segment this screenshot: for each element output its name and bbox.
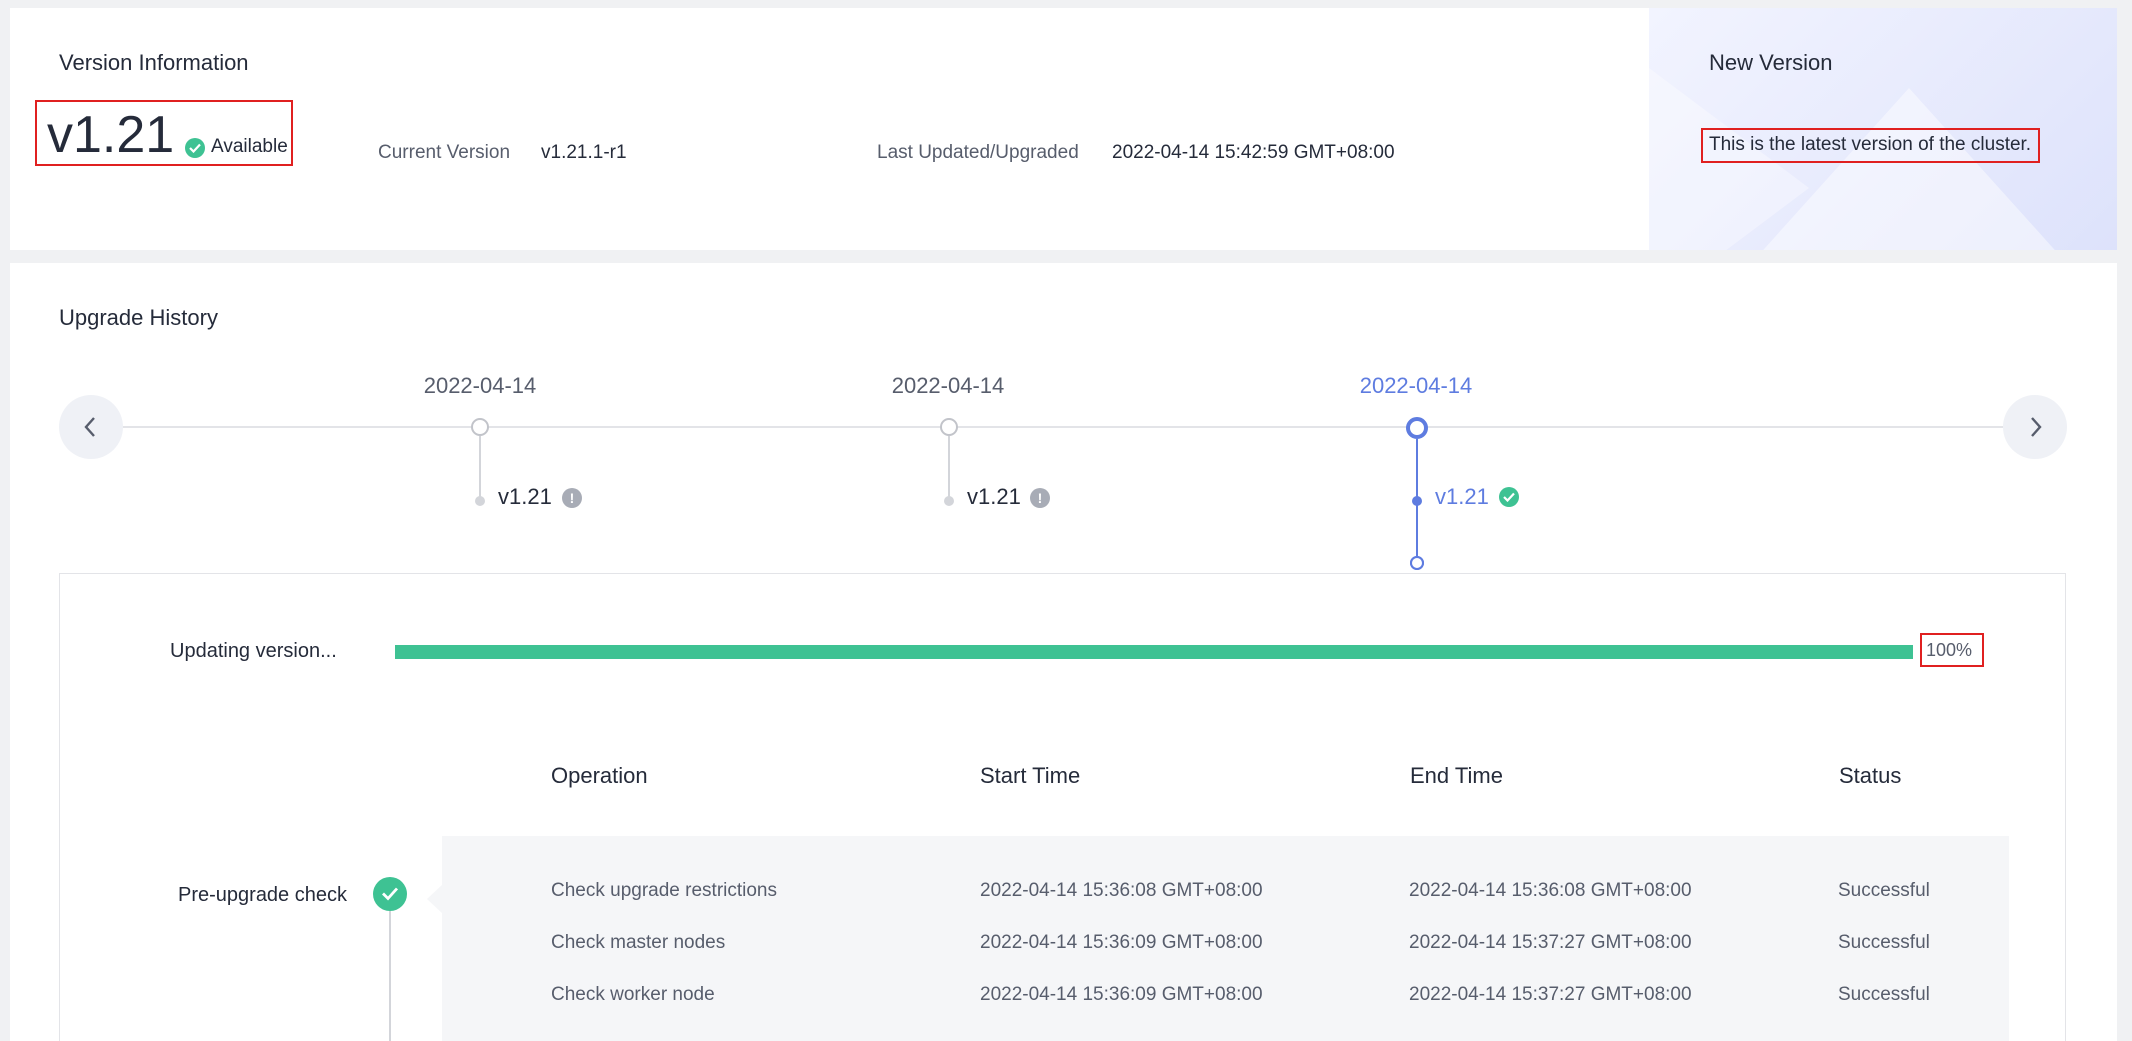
- table-cell-operation: Check worker node: [551, 984, 715, 1005]
- timeline-track: [121, 426, 2005, 428]
- table-cell-end-time: 2022-04-14 15:37:27 GMT+08:00: [1409, 984, 1692, 1005]
- column-header-start-time: Start Time: [980, 763, 1081, 788]
- timeline-dot: [944, 496, 954, 506]
- check-icon: [1499, 487, 1519, 507]
- table-cell-status: Successful: [1838, 932, 1930, 953]
- progress-bar-fill: [395, 645, 1913, 659]
- chevron-left-icon: [84, 417, 95, 437]
- exclamation-icon: !: [562, 488, 582, 508]
- table-cell-status: Successful: [1838, 984, 1930, 1005]
- table-cell-start-time: 2022-04-14 15:36:09 GMT+08:00: [980, 984, 1263, 1005]
- rows-panel-pointer: [427, 885, 442, 913]
- latest-version-message: This is the latest version of the cluste…: [1709, 134, 2032, 155]
- column-header-status: Status: [1839, 763, 1902, 788]
- new-version-title: New Version: [1709, 50, 1833, 75]
- timeline-date-active: 2022-04-14: [1359, 373, 1473, 398]
- timeline-prev-button[interactable]: [59, 395, 123, 459]
- table-cell-status: Successful: [1838, 880, 1930, 901]
- table-cell-operation: Check upgrade restrictions: [551, 880, 777, 901]
- check-icon: [373, 877, 407, 911]
- current-version-value: v1.21.1-r1: [541, 142, 627, 163]
- version-status: Available: [211, 136, 288, 157]
- column-header-operation: Operation: [551, 763, 648, 788]
- timeline-date: 2022-04-14: [423, 373, 537, 398]
- timeline-connector-end: [1410, 556, 1424, 570]
- last-updated-value: 2022-04-14 15:42:59 GMT+08:00: [1112, 142, 1395, 163]
- table-cell-end-time: 2022-04-14 15:37:27 GMT+08:00: [1409, 932, 1692, 953]
- upgrade-history-title: Upgrade History: [59, 305, 218, 330]
- timeline-node[interactable]: [940, 418, 958, 436]
- progress-percent: 100%: [1926, 640, 1973, 660]
- timeline-date: 2022-04-14: [891, 373, 1005, 398]
- timeline-node-active[interactable]: [1406, 417, 1428, 439]
- timeline-node[interactable]: [471, 418, 489, 436]
- table-cell-operation: Check master nodes: [551, 932, 726, 953]
- timeline-version: v1.21: [498, 484, 552, 509]
- timeline-dot: [475, 496, 485, 506]
- exclamation-icon: !: [1030, 488, 1050, 508]
- column-header-end-time: End Time: [1410, 763, 1503, 788]
- version-info-title: Version Information: [59, 50, 249, 75]
- timeline-version-active: v1.21: [1435, 484, 1489, 509]
- progress-label: Updating version...: [170, 640, 337, 662]
- check-icon: [185, 138, 205, 158]
- last-updated-label: Last Updated/Upgraded: [877, 142, 1079, 163]
- timeline-dot-active: [1412, 496, 1422, 506]
- phase-connector-line: [389, 911, 391, 1041]
- timeline-version: v1.21: [967, 484, 1021, 509]
- current-version-label: Current Version: [378, 142, 511, 163]
- table-cell-start-time: 2022-04-14 15:36:09 GMT+08:00: [980, 932, 1263, 953]
- progress-bar: [395, 645, 1913, 659]
- timeline-stem: [948, 436, 950, 500]
- table-cell-end-time: 2022-04-14 15:36:08 GMT+08:00: [1409, 880, 1692, 901]
- timeline-stem: [479, 436, 481, 500]
- chevron-right-icon: [2031, 417, 2042, 437]
- timeline-next-button[interactable]: [2003, 395, 2067, 459]
- major-version: v1.21: [47, 106, 175, 164]
- table-cell-start-time: 2022-04-14 15:36:08 GMT+08:00: [980, 880, 1263, 901]
- phase-label: Pre-upgrade check: [178, 884, 347, 906]
